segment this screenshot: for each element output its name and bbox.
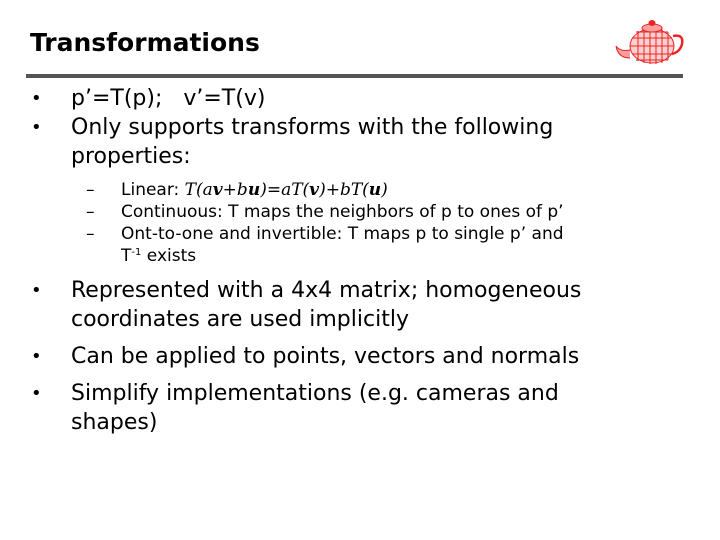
bullet-item: • Can be applied to points, vectors and …: [31, 344, 580, 369]
sub-bullet-dash: –: [86, 224, 95, 244]
bullet-list: • p’=T(p); v’=T(v) • Only supports trans…: [22, 84, 702, 437]
sub-bullet-item: – Continuous: T maps the neighbors of p …: [86, 202, 564, 222]
bullet-item: • Only supports transforms with the foll…: [31, 115, 554, 169]
bullet-dot: •: [31, 383, 42, 404]
sub-bullet-item: – Ont-to-one and invertible: T maps p to…: [86, 224, 564, 266]
bullet-dot: •: [31, 117, 42, 138]
slide-title: Transformations: [30, 28, 260, 57]
bullet-dot: •: [31, 88, 42, 109]
linearity-formula: T(av+bu)=aT(v)+bT(u): [184, 180, 388, 200]
sub-bullet-item: – Linear: T(av+bu)=aT(v)+bT(u): [86, 180, 388, 200]
title-divider: [26, 74, 683, 78]
teapot-wireframe-icon: [615, 20, 684, 64]
bullet-item: • p’=T(p); v’=T(v): [31, 86, 266, 111]
sub-bullet-dash: –: [86, 202, 95, 222]
bullet-item: • Simplify implementations (e.g. cameras…: [31, 381, 559, 435]
sub-bullet-dash: –: [86, 180, 95, 200]
bullet-dot: •: [31, 346, 42, 367]
bullet-dot: •: [31, 280, 42, 301]
bullet-item: • Represented with a 4x4 matrix; homogen…: [31, 278, 582, 332]
